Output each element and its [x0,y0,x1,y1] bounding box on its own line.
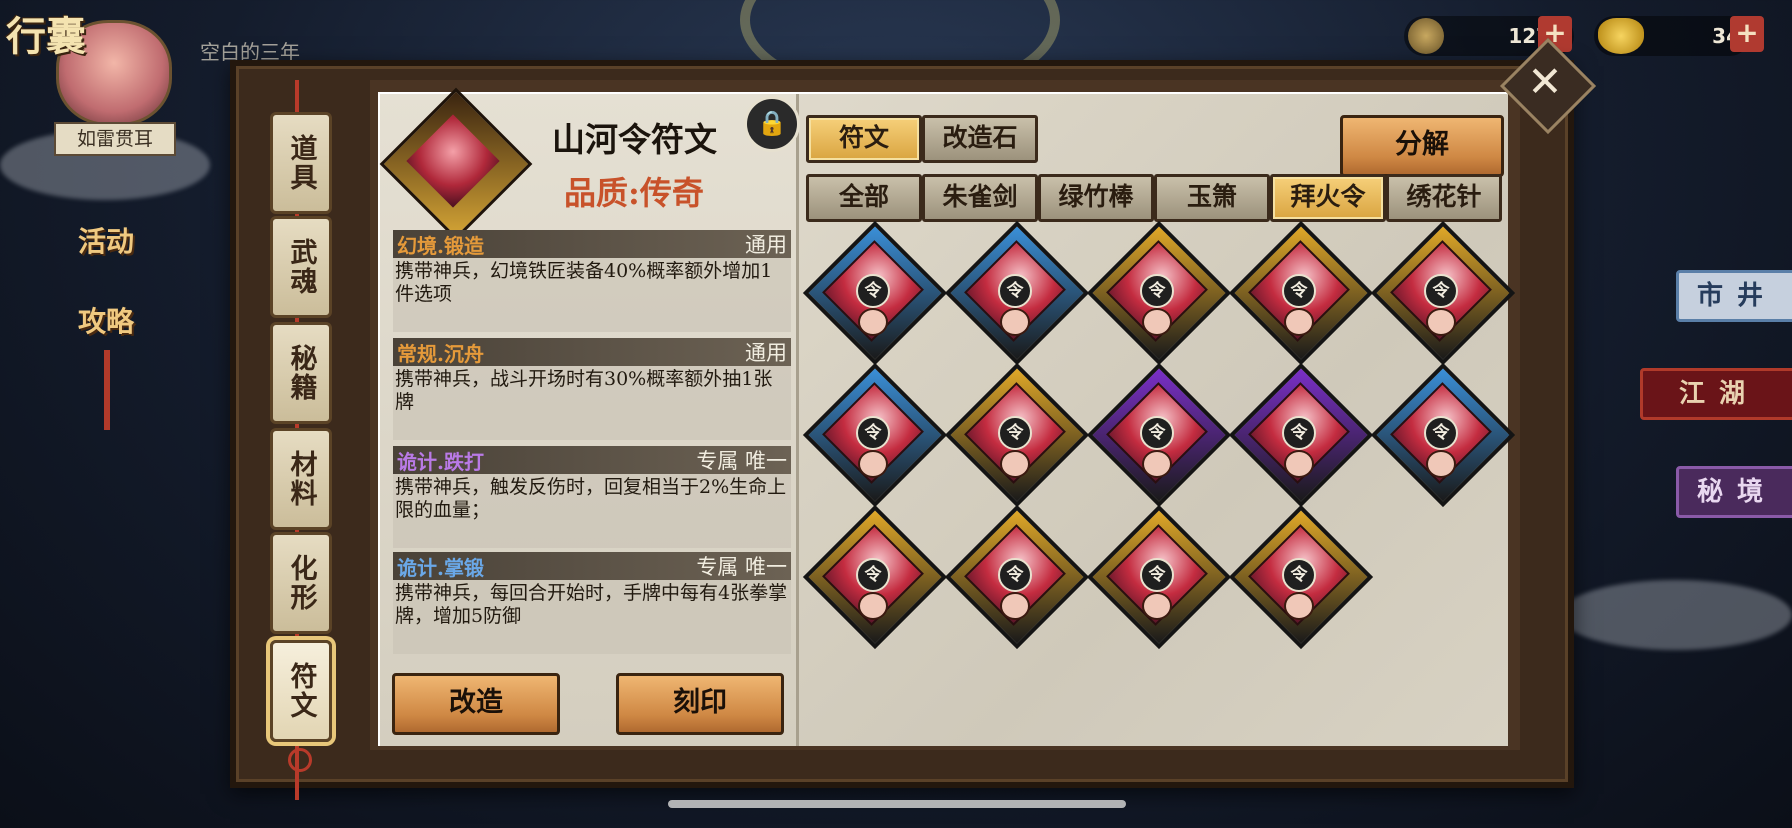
lock-icon[interactable]: 🔒 [744,96,800,152]
token-badge: 令 [1140,416,1174,450]
effect-description: 携带神兵，战斗开场时有30%概率额外抽1张牌 [395,368,773,413]
character-face-icon [1142,450,1172,478]
close-icon[interactable]: ✕ [1514,52,1576,114]
effect-block: 诡计.跌打 专属 唯一 携带神兵，触发反伤时，回复相当于2%生命上限的血量； [393,446,791,548]
tab-manual[interactable]: 秘籍 [270,322,332,424]
rune-grid-item[interactable]: 令 [1370,220,1516,366]
character-face-icon [1000,450,1030,478]
currency-gold-bar: 34 [1594,16,1750,56]
effect-tag: 通用 [745,341,787,365]
effect-tag: 专属 唯一 [696,555,787,579]
tab-modify-stone[interactable]: 改造石 [922,115,1038,163]
effect-name: 诡计.跌打 [397,449,484,474]
tab-runes[interactable]: 符文 [270,640,332,742]
tab-items[interactable]: 道具 [270,112,332,214]
token-badge: 令 [998,558,1032,592]
token-badge: 令 [1140,558,1174,592]
decompose-button[interactable]: 分解 [1340,115,1504,177]
activity-button[interactable]: 活动 [78,220,134,260]
tassel-decoration [104,350,110,430]
effect-block: 常规.沉舟 通用 携带神兵，战斗开场时有30%概率额外抽1张牌 [393,338,791,440]
character-face-icon [1000,308,1030,336]
screen-title: 行囊 [6,13,86,60]
token-badge: 令 [1282,416,1316,450]
market-scroll-button[interactable]: 市井 [1676,270,1792,322]
rune-grid-item[interactable]: 令 [802,220,948,366]
effect-description: 携带神兵，幻境铁匠装备40%概率额外增加1件选项 [395,260,773,305]
rune-grid-item[interactable]: 令 [944,362,1090,508]
filter-suzaku-sword[interactable]: 朱雀剑 [922,174,1038,222]
token-badge: 令 [856,558,890,592]
filter-all[interactable]: 全部 [806,174,922,222]
effect-header: 诡计.掌锻 专属 唯一 [393,552,791,580]
effect-header: 诡计.跌打 专属 唯一 [393,446,791,474]
effect-header: 常规.沉舟 通用 [393,338,791,366]
effect-name: 幻境.锻造 [397,233,484,258]
rune-grid-item[interactable]: 令 [944,220,1090,366]
tab-soul[interactable]: 武魂 [270,216,332,318]
token-badge: 令 [1140,274,1174,308]
effect-tag: 通用 [745,233,787,257]
item-quality: 品质:传奇 [564,174,704,212]
effect-name: 诡计.掌锻 [397,555,484,580]
item-name: 山河令符文 [552,120,717,159]
leaf-coin-icon [1408,18,1444,54]
rune-grid-item[interactable]: 令 [944,504,1090,650]
character-face-icon [1426,450,1456,478]
gold-ingot-icon [1598,18,1644,54]
rune-grid-item[interactable]: 令 [1228,504,1374,650]
character-face-icon [858,450,888,478]
tab-tassel-icon [288,748,312,772]
effect-description: 携带神兵，触发反伤时，回复相当于2%生命上限的血量； [395,476,787,521]
token-badge: 令 [856,274,890,308]
filter-embroidery-needle[interactable]: 绣花针 [1386,174,1502,222]
rune-grid-item[interactable]: 令 [1370,362,1516,508]
rune-grid-item[interactable]: 令 [1228,220,1374,366]
filter-fire-token[interactable]: 拜火令 [1270,174,1386,222]
rune-grid-item[interactable]: 令 [1086,504,1232,650]
tab-materials[interactable]: 材料 [270,428,332,530]
filter-jade-flute[interactable]: 玉箫 [1154,174,1270,222]
add-gold-button[interactable]: + [1730,16,1764,52]
rune-grid-item[interactable]: 令 [1086,220,1232,366]
character-face-icon [858,308,888,336]
effect-header: 幻境.锻造 通用 [393,230,791,258]
token-badge: 令 [998,274,1032,308]
effect-block: 幻境.锻造 通用 携带神兵，幻境铁匠装备40%概率额外增加1件选项 [393,230,791,332]
effect-block: 诡计.掌锻 专属 唯一 携带神兵，每回合开始时，手牌中每有4张拳掌牌，增加5防御 [393,552,791,654]
character-face-icon [858,592,888,620]
background-cloud [1560,580,1792,650]
character-face-icon [1142,592,1172,620]
rune-grid-item[interactable]: 令 [802,362,948,508]
character-face-icon [1284,308,1314,336]
engrave-button[interactable]: 刻印 [616,673,784,735]
modify-button[interactable]: 改造 [392,673,560,735]
character-face-icon [1426,308,1456,336]
jianghu-scroll-button[interactable]: 江湖 [1640,368,1792,420]
token-badge: 令 [1282,274,1316,308]
rune-grid-item[interactable]: 令 [802,504,948,650]
rune-grid-item[interactable]: 令 [1228,362,1374,508]
tab-rune[interactable]: 符文 [806,115,922,163]
token-badge: 令 [1282,558,1316,592]
token-badge: 令 [1424,274,1458,308]
player-name-plate: 如雷贯耳 [54,122,176,156]
effect-description: 携带神兵，每回合开始时，手牌中每有4张拳掌牌，增加5防御 [395,582,788,627]
token-badge: 令 [1424,416,1458,450]
rune-grid-item[interactable]: 令 [1086,362,1232,508]
home-indicator[interactable] [668,800,1126,808]
token-badge: 令 [998,416,1032,450]
effect-tag: 专属 唯一 [696,449,787,473]
secret-realm-scroll-button[interactable]: 秘境 [1676,466,1792,518]
character-face-icon [1284,450,1314,478]
character-face-icon [1284,592,1314,620]
character-face-icon [1142,308,1172,336]
effect-name: 常规.沉舟 [397,341,484,366]
character-face-icon [1000,592,1030,620]
token-badge: 令 [856,416,890,450]
guide-button[interactable]: 攻略 [78,300,134,340]
tab-transform[interactable]: 化形 [270,532,332,634]
filter-bamboo-staff[interactable]: 绿竹棒 [1038,174,1154,222]
